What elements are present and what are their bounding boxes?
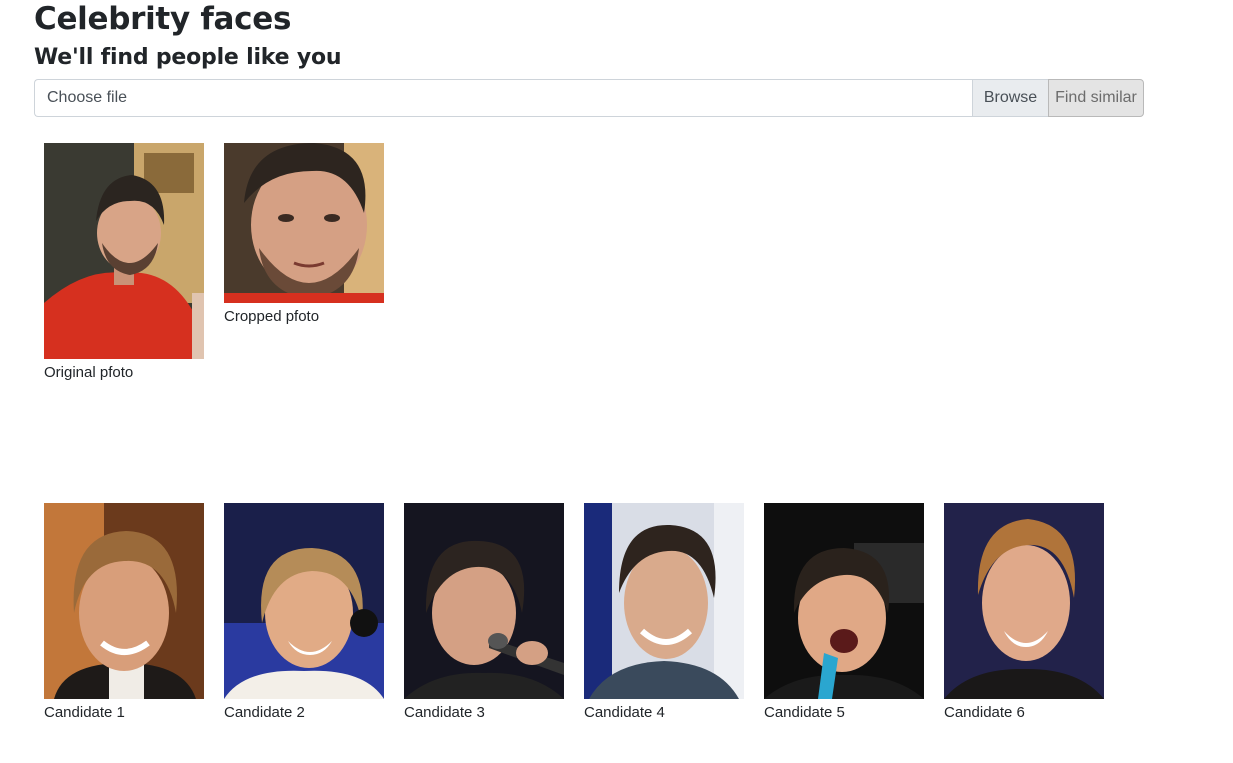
find-similar-button[interactable]: Find similar xyxy=(1048,79,1144,117)
original-photo-figure: Original pfoto xyxy=(44,143,204,383)
cropped-photo xyxy=(224,143,384,303)
candidate-photo xyxy=(404,503,564,699)
candidate-photo xyxy=(764,503,924,699)
candidate-caption: Candidate 6 xyxy=(944,704,1025,721)
candidate-caption: Candidate 1 xyxy=(44,704,125,721)
original-photo-caption: Original pfoto xyxy=(44,364,134,381)
candidate-figure: Candidate 2 xyxy=(224,503,384,723)
candidate-caption: Candidate 3 xyxy=(404,704,485,721)
candidate-photo xyxy=(224,503,384,699)
candidate-figure: Candidate 5 xyxy=(764,503,924,723)
file-upload-group: Choose file Browse Find similar xyxy=(34,79,1144,117)
page-subtitle: We'll find people like you xyxy=(34,45,342,70)
original-photo xyxy=(44,143,204,359)
candidate-figure: Candidate 4 xyxy=(584,503,744,723)
cropped-photo-figure: Cropped pfoto xyxy=(224,143,384,327)
candidate-caption: Candidate 5 xyxy=(764,704,845,721)
candidate-photo xyxy=(44,503,204,699)
candidate-figure: Candidate 1 xyxy=(44,503,204,723)
candidate-photo xyxy=(584,503,744,699)
candidate-figure: Candidate 3 xyxy=(404,503,564,723)
candidate-caption: Candidate 2 xyxy=(224,704,305,721)
candidate-figure: Candidate 6 xyxy=(944,503,1104,723)
page-title: Celebrity faces xyxy=(34,1,292,37)
candidate-caption: Candidate 4 xyxy=(584,704,665,721)
browse-button[interactable]: Browse xyxy=(972,79,1048,117)
candidate-photo xyxy=(944,503,1104,699)
cropped-photo-caption: Cropped pfoto xyxy=(224,308,320,325)
file-input[interactable]: Choose file xyxy=(34,79,972,117)
